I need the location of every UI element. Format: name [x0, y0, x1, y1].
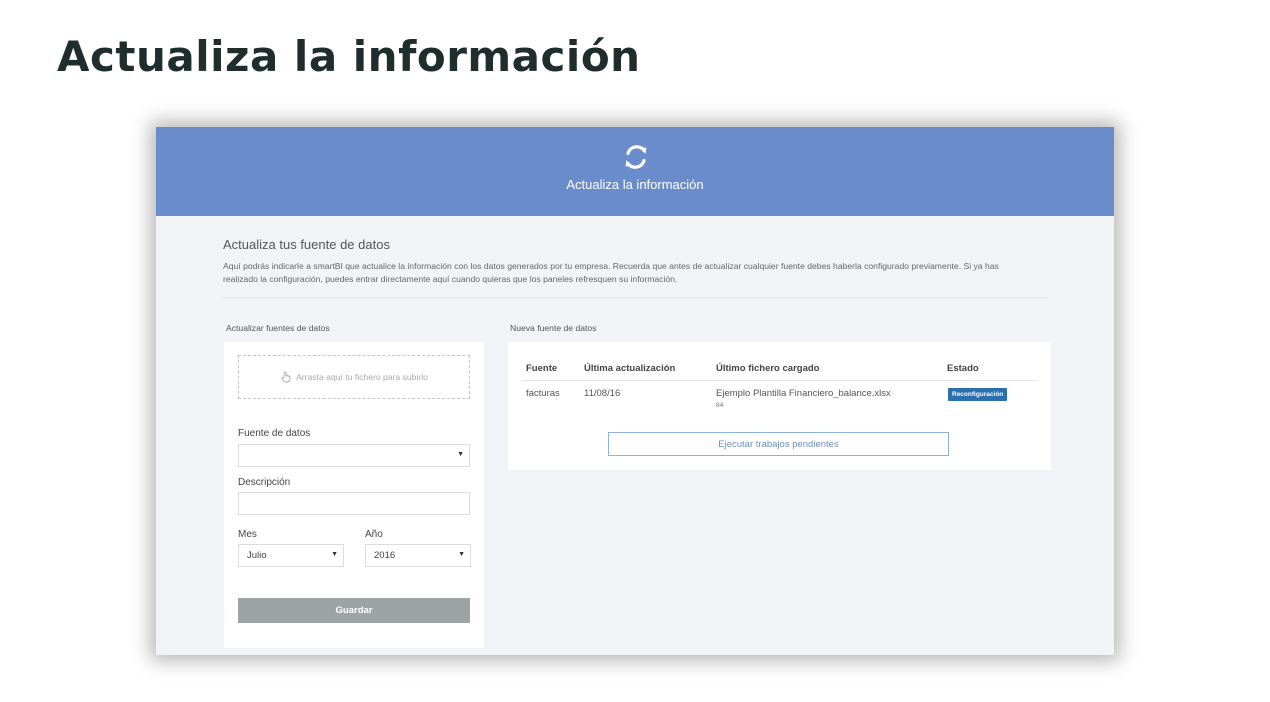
hand-pointer-icon — [281, 371, 291, 383]
description-label: Descripción — [238, 477, 291, 488]
year-select-value: 2016 — [374, 550, 396, 561]
description-input[interactable] — [238, 492, 470, 515]
slide-title: Actualiza la información — [57, 32, 641, 81]
caret-down-icon: ▼ — [458, 551, 465, 558]
intro-title: Actualiza tus fuente de datos — [223, 237, 390, 252]
caret-down-icon: ▼ — [331, 551, 338, 558]
month-select[interactable]: Julio ▼ — [238, 544, 344, 567]
refresh-icon — [625, 145, 647, 169]
header-title: Actualiza la información — [566, 177, 704, 192]
dropzone-text: Arrasta aquí tu fichero para subirlo — [296, 372, 428, 382]
column-header-status: Estado — [947, 363, 979, 374]
column-header-source: Fuente — [526, 363, 558, 374]
column-header-updated: Última actualización — [584, 363, 676, 374]
year-label: Año — [365, 529, 383, 540]
sources-panel: Fuente Última actualización Último fiche… — [508, 342, 1051, 470]
source-label: Fuente de datos — [238, 428, 311, 439]
table-cell-file-size: 84 — [716, 402, 724, 409]
table-cell-source: facturas — [526, 388, 560, 399]
column-header-file: Último fichero cargado — [716, 363, 820, 374]
app-window: Actualiza la información Actualiza tus f… — [156, 127, 1114, 655]
run-pending-jobs-button[interactable]: Ejecutar trabajos pendientes — [608, 432, 949, 456]
status-badge[interactable]: Reconfiguración — [948, 388, 1008, 401]
divider — [223, 297, 1048, 298]
table-cell-updated: 11/08/16 — [584, 388, 621, 399]
month-select-value: Julio — [247, 550, 267, 561]
month-label: Mes — [238, 529, 257, 540]
sources-section-label: Nueva fuente de datos — [510, 323, 597, 333]
save-button[interactable]: Guardar — [238, 598, 470, 623]
file-dropzone[interactable]: Arrasta aquí tu fichero para subirlo — [238, 355, 470, 399]
year-select[interactable]: 2016 ▼ — [365, 544, 471, 567]
intro-text: Aquí podrás indicarle a smartBI que actu… — [223, 261, 999, 284]
app-header: Actualiza la información — [156, 127, 1114, 216]
source-select[interactable]: ▼ — [238, 444, 470, 467]
upload-panel: Arrasta aquí tu fichero para subirlo Fue… — [224, 342, 484, 648]
upload-section-label: Actualizar fuentes de datos — [226, 323, 330, 333]
caret-down-icon: ▼ — [457, 451, 464, 458]
table-cell-file: Ejemplo Plantilla Financiero_balance.xls… — [716, 388, 891, 399]
table-header-divider — [522, 380, 1036, 381]
